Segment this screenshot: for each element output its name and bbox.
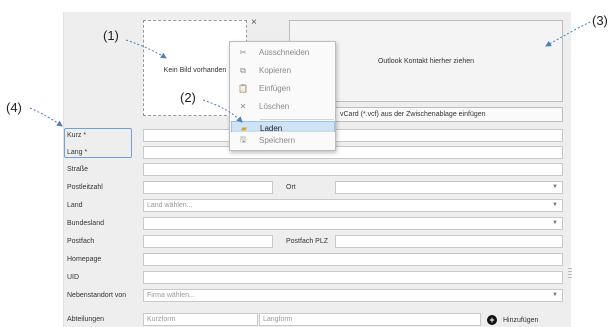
annotation-2: (2) bbox=[180, 90, 196, 105]
annotation-arrows bbox=[29, 21, 591, 127]
annotation-4: (4) bbox=[6, 100, 22, 115]
annotation-3: (3) bbox=[592, 13, 608, 28]
annotation-arrow-2 bbox=[202, 99, 243, 123]
annotation-arrow-1 bbox=[125, 39, 167, 59]
contact-form-screen: Kein Bild vorhanden × Outlook Kontakt hi… bbox=[0, 0, 614, 327]
annotation-arrow-3 bbox=[545, 21, 591, 47]
annotation-arrow-4 bbox=[29, 107, 63, 127]
annotation-1: (1) bbox=[103, 28, 119, 43]
